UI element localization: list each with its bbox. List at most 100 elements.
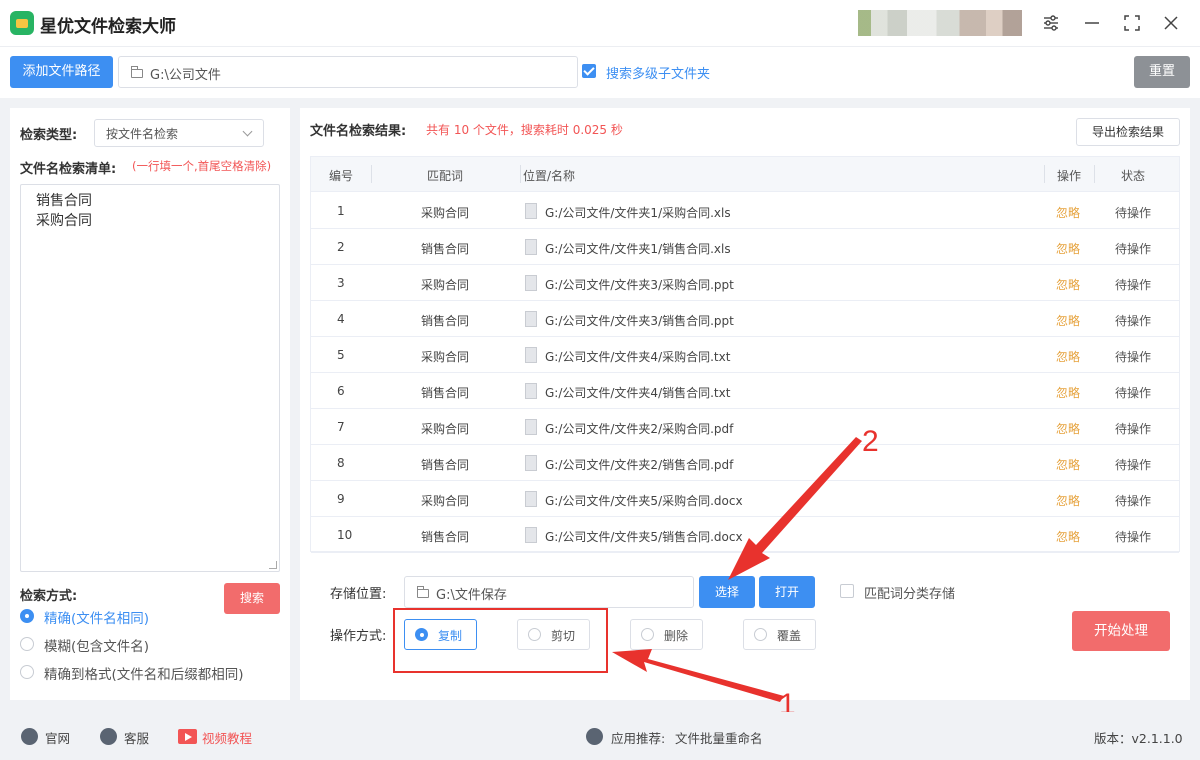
table-row[interactable]: 7 采购合同 G:/公司文件/文件夹2/采购合同.pdf 忽略 待操作 [311,409,1179,445]
filename-list-textarea[interactable]: 销售合同 采购合同 [20,184,280,572]
subfolder-label[interactable]: 搜索多级子文件夹 [606,63,710,82]
row-keyword: 采购合同 [421,350,470,364]
recommend-app-link[interactable]: 文件批量重命名 [675,728,763,747]
file-icon [525,239,537,255]
support-link[interactable]: 客服 [124,728,149,747]
video-tutorial-link[interactable]: 视频教程 [202,728,252,747]
search-type-select[interactable]: 按文件名检索 [94,119,264,147]
row-path: G:/公司文件/文件夹3/销售合同.ppt [545,314,734,328]
row-path: G:/公司文件/文件夹5/采购合同.docx [545,494,743,508]
source-path-input[interactable]: G:\公司文件 [118,56,578,88]
row-status: 待操作 [1115,350,1152,364]
table-row[interactable]: 6 销售合同 G:/公司文件/文件夹4/销售合同.txt 忽略 待操作 [311,373,1179,409]
row-status: 待操作 [1115,458,1152,472]
row-number: 3 [337,276,345,290]
version-label: 版本：v2.1.1.0 [1094,731,1183,746]
source-path-value: G:\公司文件 [150,68,221,83]
table-row[interactable]: 4 销售合同 G:/公司文件/文件夹3/销售合同.ppt 忽略 待操作 [311,301,1179,337]
results-title: 文件名检索结果: [310,124,407,139]
row-keyword: 销售合同 [421,458,470,472]
file-icon [525,455,537,471]
col-header-num: 编号 [329,169,354,183]
row-keyword: 销售合同 [421,530,470,544]
table-row[interactable]: 8 销售合同 G:/公司文件/文件夹2/销售合同.pdf 忽略 待操作 [311,445,1179,481]
choose-folder-button[interactable]: 选择 [699,576,755,608]
col-header-keyword: 匹配词 [427,169,464,183]
add-path-button[interactable]: 添加文件路径 [10,56,113,88]
reset-button[interactable]: 重置 [1134,56,1190,88]
column-divider [1044,165,1045,183]
close-icon[interactable] [1160,12,1182,34]
list-item: 采购合同 [36,213,92,229]
op-delete-label: 删除 [664,629,689,643]
file-icon [525,311,537,327]
user-avatar[interactable] [858,10,1022,36]
column-divider [520,165,521,183]
table-row[interactable]: 5 采购合同 G:/公司文件/文件夹4/采购合同.txt 忽略 待操作 [311,337,1179,373]
method-exact-radio[interactable] [20,609,34,623]
op-overwrite-radio[interactable] [754,628,767,641]
method-fuzzy-label[interactable]: 模糊(包含文件名) [44,635,149,655]
operation-label: 操作方式: [330,629,387,644]
row-status: 待操作 [1115,422,1152,436]
search-button[interactable]: 搜索 [224,583,280,614]
row-number: 10 [337,528,353,542]
row-number: 9 [337,492,345,506]
resize-grip-icon[interactable] [269,561,277,569]
row-number: 6 [337,384,345,398]
table-row[interactable]: 9 采购合同 G:/公司文件/文件夹5/采购合同.docx 忽略 待操作 [311,481,1179,517]
row-ignore-action[interactable]: 忽略 [1056,276,1080,293]
search-type-value: 按文件名检索 [106,127,179,141]
file-icon [525,419,537,435]
website-link[interactable]: 官网 [45,728,70,747]
row-ignore-action[interactable]: 忽略 [1056,384,1080,401]
op-delete-option[interactable]: 删除 [630,619,703,650]
row-ignore-action[interactable]: 忽略 [1056,492,1080,509]
save-location-label: 存储位置: [330,587,387,602]
annotation-highlight-box [393,608,608,673]
folder-icon [417,586,429,598]
row-ignore-action[interactable]: 忽略 [1056,204,1080,221]
row-ignore-action[interactable]: 忽略 [1056,456,1080,473]
table-row[interactable]: 1 采购合同 G:/公司文件/文件夹1/采购合同.xls 忽略 待操作 [311,193,1179,229]
table-row[interactable]: 3 采购合同 G:/公司文件/文件夹3/采购合同.ppt 忽略 待操作 [311,265,1179,301]
folder-icon [131,66,143,78]
settings-icon[interactable] [1040,12,1062,34]
minimize-icon[interactable] [1081,12,1103,34]
row-status: 待操作 [1115,242,1152,256]
file-icon [525,527,537,543]
table-row[interactable]: 10 销售合同 G:/公司文件/文件夹5/销售合同.docx 忽略 待操作 [311,517,1179,553]
row-ignore-action[interactable]: 忽略 [1056,312,1080,329]
maximize-icon[interactable] [1121,12,1143,34]
results-table: 编号 匹配词 位置/名称 操作 状态 1 采购合同 G:/公司文件/文件夹1/采购合… [310,156,1180,553]
method-exact-format-radio[interactable] [20,665,34,679]
annotation-step-2: 2 [862,425,879,458]
table-row[interactable]: 2 销售合同 G:/公司文件/文件夹1/销售合同.xls 忽略 待操作 [311,229,1179,265]
save-path-input[interactable]: G:\文件保存 [404,576,694,608]
title-bar: 星优文件检索大师 [0,0,1200,46]
row-ignore-action[interactable]: 忽略 [1056,420,1080,437]
video-icon[interactable] [178,729,197,744]
method-exact-label[interactable]: 精确(文件名相同) [44,607,149,627]
list-item: 销售合同 [36,193,92,209]
row-ignore-action[interactable]: 忽略 [1056,348,1080,365]
export-results-button[interactable]: 导出检索结果 [1076,118,1180,146]
subfolder-checkbox[interactable] [582,64,596,78]
method-exact-format-label[interactable]: 精确到格式(文件名和后缀都相同) [44,663,244,683]
link-icon [586,728,603,745]
footer: 官网 客服 视频教程 应用推荐: 文件批量重命名 版本：v2.1.1.0 [0,712,1200,760]
row-path: G:/公司文件/文件夹2/销售合同.pdf [545,458,734,472]
op-overwrite-option[interactable]: 覆盖 [743,619,816,650]
classify-label[interactable]: 匹配词分类存储 [864,583,955,602]
row-ignore-action[interactable]: 忽略 [1056,240,1080,257]
website-icon[interactable] [21,728,38,745]
row-ignore-action[interactable]: 忽略 [1056,528,1080,545]
file-icon [525,203,537,219]
row-keyword: 采购合同 [421,422,470,436]
classify-checkbox[interactable] [840,584,854,598]
open-folder-button[interactable]: 打开 [759,576,815,608]
support-icon[interactable] [100,728,117,745]
op-delete-radio[interactable] [641,628,654,641]
method-fuzzy-radio[interactable] [20,637,34,651]
start-processing-button[interactable]: 开始处理 [1072,611,1170,651]
